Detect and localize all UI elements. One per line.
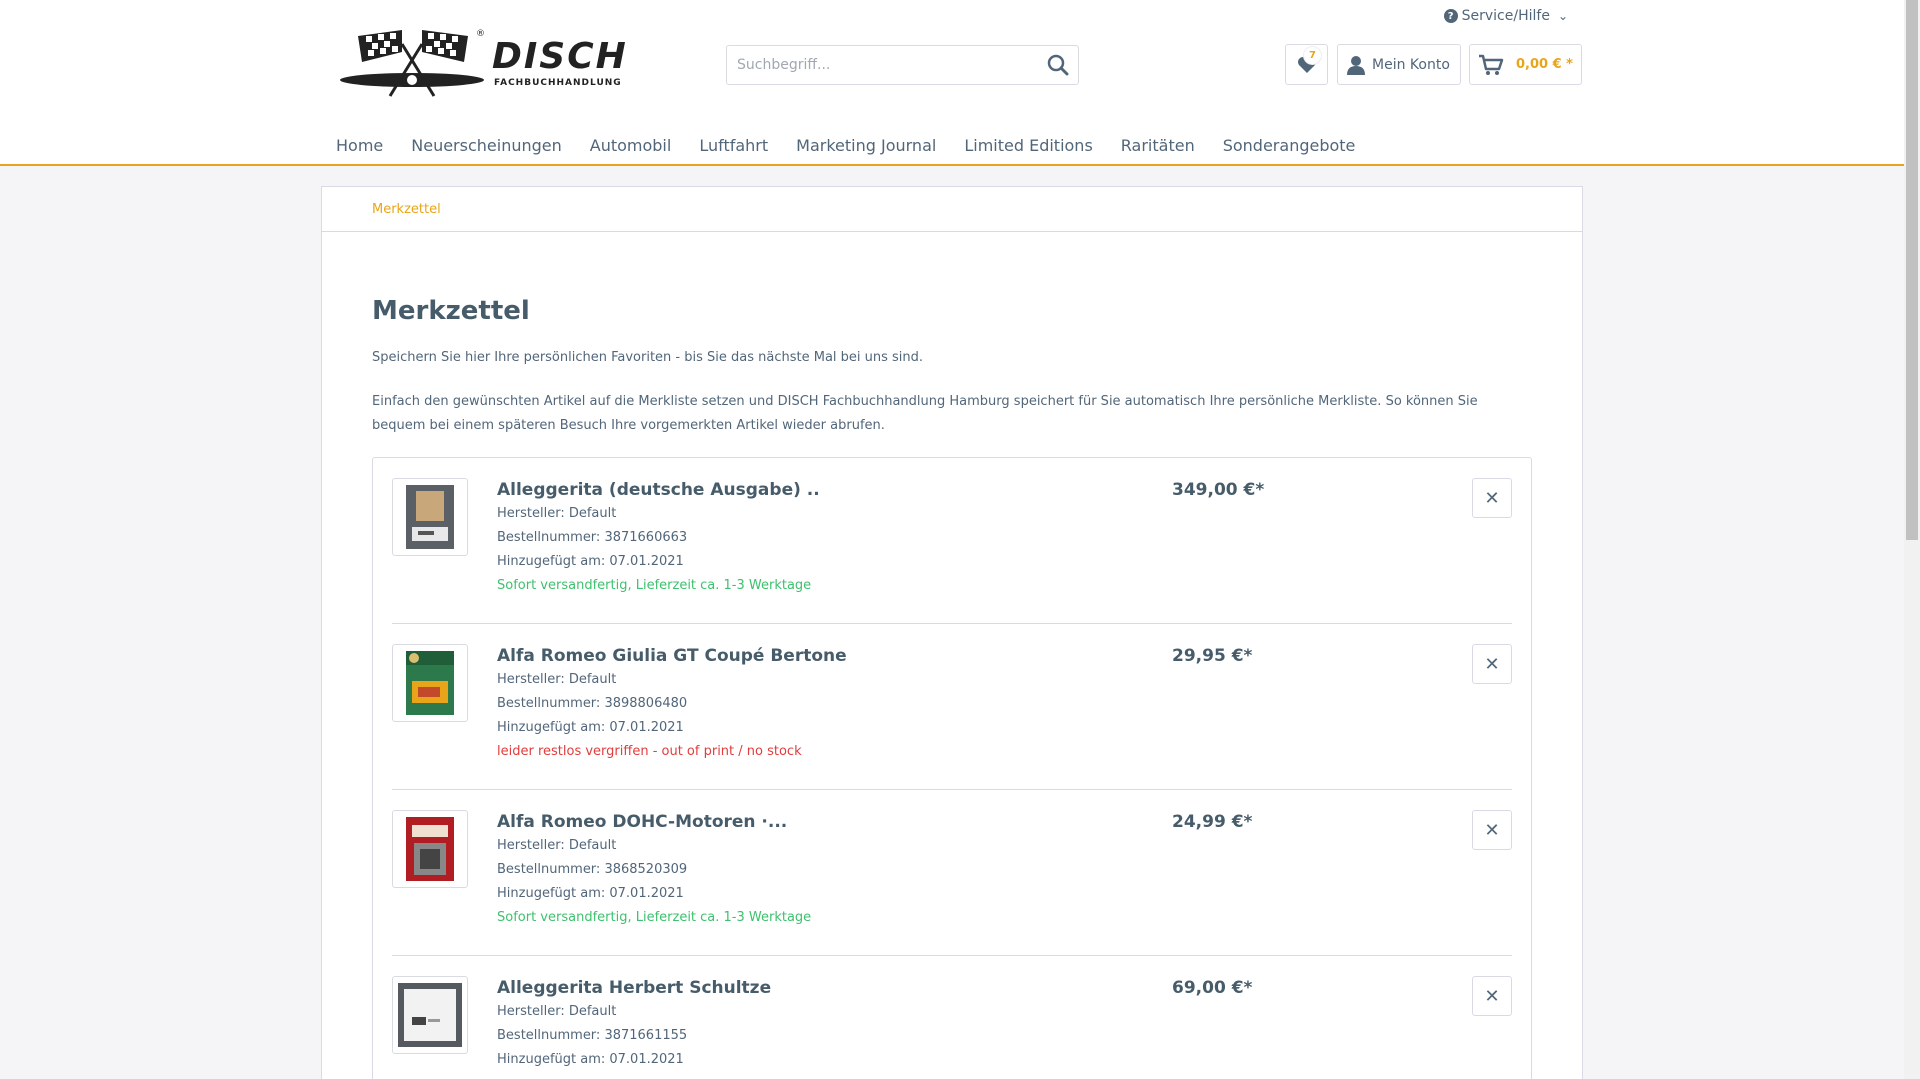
product-title[interactable]: Alleggerita Herbert Schultze (497, 976, 771, 1000)
remove-item-button[interactable]: ✕ (1472, 478, 1512, 518)
close-icon: ✕ (1484, 985, 1500, 1007)
book-cover-image (398, 983, 462, 1047)
nav-item-automobil[interactable]: Automobil (576, 134, 686, 158)
remove-item-button[interactable]: ✕ (1472, 644, 1512, 684)
nav-item-limited-editions[interactable]: Limited Editions (950, 134, 1106, 158)
nav-item-home[interactable]: Home (322, 134, 397, 158)
intro-description: Einfach den gewünschten Artikel auf die … (372, 394, 1478, 433)
help-icon: ? (1443, 9, 1458, 23)
product-manufacturer: Hersteller: Default (497, 672, 617, 687)
chevron-down-icon: ⌄ (1557, 9, 1568, 23)
nav-item-sonderangebote[interactable]: Sonderangebote (1209, 134, 1370, 158)
checkered-flags-logo-icon: ® (340, 29, 485, 97)
cart-button[interactable]: 0,00 € * (1469, 44, 1582, 85)
product-added-date: Hinzugefügt am: 07.01.2021 (497, 886, 684, 901)
search-box (726, 45, 1079, 85)
product-price: 29,95 €* (1172, 646, 1253, 666)
remove-item-button[interactable]: ✕ (1472, 976, 1512, 1016)
book-cover-image (406, 817, 454, 881)
remove-item-button[interactable]: ✕ (1472, 810, 1512, 850)
product-added-date: Hinzugefügt am: 07.01.2021 (497, 720, 684, 735)
product-title[interactable]: Alleggerita (deutsche Ausgabe) .. (497, 478, 820, 502)
logo-subtitle: FACHBUCHHANDLUNG (494, 78, 622, 88)
service-help-menu[interactable]: ? Service/Hilfe ⌄ (1443, 8, 1568, 24)
vertical-scrollbar[interactable] (1904, 0, 1920, 1079)
scrollbar-thumb[interactable] (1906, 0, 1918, 540)
product-price: 69,00 €* (1172, 978, 1253, 998)
nav-item-neuerscheinungen[interactable]: Neuerscheinungen (397, 134, 576, 158)
book-cover-image (406, 485, 454, 549)
main-navigation: Home Neuerscheinungen Automobil Luftfahr… (322, 134, 1369, 158)
service-help-label: Service/Hilfe (1461, 8, 1550, 24)
product-image[interactable] (392, 644, 468, 722)
breadcrumb-link-merkzettel[interactable]: Merkzettel (372, 202, 441, 217)
svg-text:®: ® (476, 29, 485, 39)
product-added-date: Hinzugefügt am: 07.01.2021 (497, 554, 684, 569)
product-order-number: Bestellnummer: 3871660663 (497, 530, 688, 545)
wishlist-item: Alfa Romeo DOHC-Motoren ·... Hersteller:… (392, 790, 1512, 956)
main-content: Merkzettel Merkzettel Speichern Sie hier… (321, 186, 1583, 1079)
product-image[interactable] (392, 976, 468, 1054)
search-icon (1047, 54, 1069, 76)
notepad-button[interactable]: 7 (1285, 44, 1328, 85)
user-icon (1347, 55, 1365, 75)
product-added-date: Hinzugefügt am: 07.01.2021 (497, 1052, 684, 1067)
cart-amount: 0,00 € * (1516, 57, 1573, 72)
cart-icon (1479, 54, 1504, 75)
breadcrumb: Merkzettel (322, 187, 1582, 232)
product-availability: Sofort versandfertig, Lieferzeit ca. 1-3… (497, 910, 812, 925)
product-manufacturer: Hersteller: Default (497, 1004, 617, 1019)
logo-wordmark: DISCH (492, 36, 628, 77)
logo[interactable]: ® DISCH FACHBUCHHANDLUNG (340, 26, 630, 100)
wishlist: Alleggerita (deutsche Ausgabe) .. Herste… (372, 457, 1532, 1079)
product-price: 24,99 €* (1172, 812, 1253, 832)
product-order-number: Bestellnummer: 3871661155 (497, 1028, 688, 1043)
account-label: Mein Konto (1372, 56, 1450, 73)
product-availability: leider restlos vergriffen - out of print… (497, 744, 802, 759)
page-title: Merkzettel (372, 296, 530, 326)
search-input[interactable] (727, 46, 1038, 84)
close-icon: ✕ (1484, 487, 1500, 509)
nav-item-marketing-journal[interactable]: Marketing Journal (782, 134, 950, 158)
close-icon: ✕ (1484, 819, 1500, 841)
wishlist-item: Alleggerita Herbert Schultze Hersteller:… (392, 956, 1512, 1079)
close-icon: ✕ (1484, 653, 1500, 675)
nav-item-luftfahrt[interactable]: Luftfahrt (685, 134, 782, 158)
product-manufacturer: Hersteller: Default (497, 838, 617, 853)
product-manufacturer: Hersteller: Default (497, 506, 617, 521)
product-image[interactable] (392, 478, 468, 556)
nav-item-raritaeten[interactable]: Raritäten (1107, 134, 1209, 158)
product-image[interactable] (392, 810, 468, 888)
product-order-number: Bestellnummer: 3898806480 (497, 696, 688, 711)
book-cover-image (406, 651, 454, 715)
notepad-count-badge: 7 (1304, 47, 1321, 64)
product-title[interactable]: Alfa Romeo DOHC-Motoren ·... (497, 810, 811, 834)
wishlist-item: Alfa Romeo Giulia GT Coupé Bertone Herst… (392, 624, 1512, 790)
intro-text: Speichern Sie hier Ihre persönlichen Fav… (372, 350, 924, 365)
product-availability: Sofort versandfertig, Lieferzeit ca. 1-3… (497, 578, 812, 593)
search-button[interactable] (1038, 46, 1078, 84)
account-button[interactable]: Mein Konto (1337, 44, 1461, 85)
product-price: 349,00 €* (1172, 480, 1265, 500)
product-order-number: Bestellnummer: 3868520309 (497, 862, 688, 877)
site-header: ? Service/Hilfe ⌄ ® DISCH FACHBUCHHANDLU… (0, 0, 1904, 166)
wishlist-item: Alleggerita (deutsche Ausgabe) .. Herste… (392, 458, 1512, 624)
product-title[interactable]: Alfa Romeo Giulia GT Coupé Bertone (497, 644, 847, 668)
